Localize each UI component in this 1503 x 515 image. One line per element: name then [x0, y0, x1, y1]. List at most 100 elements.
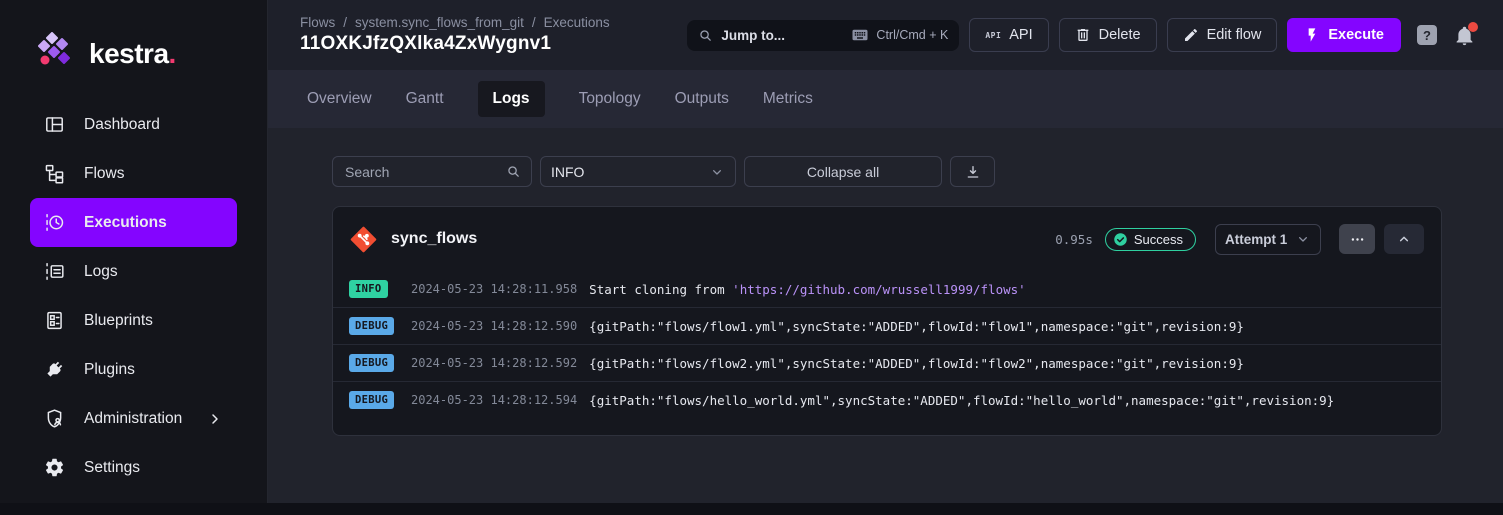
chevron-right-icon — [207, 411, 223, 427]
sidebar-item-logs[interactable]: Logs — [30, 247, 237, 296]
task-log-card-header: sync_flows 0.95s Success Attempt 1 — [333, 207, 1441, 271]
log-message: {gitPath:"flows/flow2.yml",syncState:"AD… — [589, 356, 1244, 371]
blueprints-icon — [44, 310, 65, 331]
kestra-logo-text: kestra. — [89, 38, 176, 70]
log-row: DEBUG 2024-05-23 14:28:12.592 {gitPath:"… — [333, 344, 1441, 381]
download-logs-button[interactable] — [950, 156, 995, 187]
settings-icon — [44, 457, 65, 478]
jump-to-search[interactable]: Jump to... Ctrl/Cmd + K — [687, 20, 959, 51]
plugins-icon — [44, 359, 65, 380]
log-search-box — [332, 156, 532, 187]
collapse-all-label: Collapse all — [807, 164, 879, 180]
task-log-card: sync_flows 0.95s Success Attempt 1 — [332, 206, 1442, 436]
logs-content: INFO Collapse all — [268, 128, 1503, 515]
log-search-input[interactable] — [343, 163, 500, 181]
main-area: Flows / system.sync_flows_from_git / Exe… — [268, 0, 1503, 515]
log-timestamp: 2024-05-23 14:28:12.592 — [411, 356, 577, 370]
keyboard-icon — [851, 26, 869, 44]
delete-button-label: Delete — [1099, 27, 1141, 43]
execute-button[interactable]: Execute — [1287, 18, 1401, 52]
git-task-icon — [350, 226, 377, 253]
dots-horizontal-icon — [1349, 231, 1366, 248]
api-button-label: API — [1009, 27, 1032, 43]
status-label: Success — [1134, 232, 1183, 247]
notification-dot — [1468, 22, 1478, 32]
search-icon — [506, 164, 521, 179]
download-icon — [965, 164, 981, 180]
executions-icon — [44, 212, 65, 233]
log-level-wrap: INFO — [349, 280, 393, 298]
sidebar-item-plugins[interactable]: Plugins — [30, 345, 237, 394]
log-message-url: 'https://github.com/wrussell1999/flows' — [732, 282, 1026, 297]
log-lines: INFO 2024-05-23 14:28:11.958 Start cloni… — [333, 271, 1441, 435]
tab-metrics[interactable]: Metrics — [763, 81, 813, 117]
log-level-wrap: DEBUG — [349, 354, 393, 372]
attempt-select[interactable]: Attempt 1 — [1215, 224, 1321, 255]
dashboard-icon — [44, 114, 65, 135]
log-level-badge: DEBUG — [349, 354, 394, 372]
collapse-all-button[interactable]: Collapse all — [744, 156, 942, 187]
kestra-logo[interactable]: kestra. — [0, 0, 267, 76]
log-message: Start cloning from 'https://github.com/w… — [589, 282, 1026, 297]
collapse-task-button[interactable] — [1384, 224, 1424, 254]
sidebar-nav: Dashboard Flows Executions — [30, 100, 237, 492]
sidebar-item-label: Settings — [84, 459, 140, 477]
tab-outputs[interactable]: Outputs — [675, 81, 729, 117]
chevron-down-icon — [1295, 231, 1311, 247]
log-timestamp: 2024-05-23 14:28:11.958 — [411, 282, 577, 296]
log-filters: INFO Collapse all — [332, 156, 1503, 187]
execution-tabs: Overview Gantt Logs Topology Outputs Met… — [268, 70, 1503, 128]
task-name: sync_flows — [391, 230, 477, 248]
tab-logs[interactable]: Logs — [478, 81, 545, 117]
sidebar-item-administration[interactable]: Administration — [30, 394, 237, 443]
sidebar-item-executions[interactable]: Executions — [30, 198, 237, 247]
sidebar-item-label: Blueprints — [84, 312, 153, 330]
sidebar-item-dashboard[interactable]: Dashboard — [30, 100, 237, 149]
sidebar-item-blueprints[interactable]: Blueprints — [30, 296, 237, 345]
sidebar-item-label: Flows — [84, 165, 124, 183]
pencil-icon — [1183, 27, 1199, 43]
task-duration: 0.95s — [1055, 232, 1093, 247]
task-log-card-controls: 0.95s Success Attempt 1 — [1055, 224, 1424, 255]
breadcrumb-executions[interactable]: Executions — [544, 15, 610, 30]
logs-icon — [44, 261, 65, 282]
flows-icon — [44, 163, 65, 184]
help-icon: ? — [1423, 28, 1431, 43]
breadcrumb-flow-id[interactable]: system.sync_flows_from_git — [355, 15, 524, 30]
header-actions: Jump to... Ctrl/Cmd + K API API Delete — [687, 18, 1475, 52]
log-timestamp: 2024-05-23 14:28:12.594 — [411, 393, 577, 407]
notifications-button[interactable] — [1454, 25, 1475, 46]
search-icon — [698, 28, 713, 43]
sidebar-item-settings[interactable]: Settings — [30, 443, 237, 492]
delete-button[interactable]: Delete — [1059, 18, 1157, 52]
tab-topology[interactable]: Topology — [579, 81, 641, 117]
api-button[interactable]: API API — [969, 18, 1048, 52]
edit-flow-button-label: Edit flow — [1207, 27, 1262, 43]
trash-icon — [1075, 27, 1091, 43]
window-bottom-edge — [0, 503, 1503, 515]
kestra-logo-icon — [38, 32, 78, 76]
logo-dot: . — [169, 38, 176, 69]
breadcrumb-block: Flows / system.sync_flows_from_git / Exe… — [300, 15, 610, 55]
app-window: kestra. Dashboard Flows — [0, 0, 1503, 515]
sidebar-item-label: Executions — [84, 214, 167, 232]
execution-id-title: 11OXKJfzQXlka4ZxWygnv1 — [300, 33, 610, 55]
sidebar-item-flows[interactable]: Flows — [30, 149, 237, 198]
breadcrumb-flows[interactable]: Flows — [300, 15, 335, 30]
log-row: DEBUG 2024-05-23 14:28:12.590 {gitPath:"… — [333, 307, 1441, 344]
tab-overview[interactable]: Overview — [307, 81, 372, 117]
jump-to-label: Jump to... — [721, 28, 785, 43]
tab-gantt[interactable]: Gantt — [406, 81, 444, 117]
edit-flow-button[interactable]: Edit flow — [1167, 18, 1278, 52]
sidebar: kestra. Dashboard Flows — [0, 0, 268, 515]
task-more-options-button[interactable] — [1339, 224, 1375, 254]
log-level-select[interactable]: INFO — [540, 156, 736, 187]
log-timestamp: 2024-05-23 14:28:12.590 — [411, 319, 577, 333]
sidebar-item-label: Plugins — [84, 361, 135, 379]
help-button[interactable]: ? — [1417, 25, 1437, 45]
log-level-value: INFO — [551, 164, 584, 180]
breadcrumb-separator: / — [532, 15, 536, 30]
lightning-icon — [1304, 27, 1320, 43]
api-icon: API — [985, 31, 1001, 40]
log-message: {gitPath:"flows/hello_world.yml",syncSta… — [589, 393, 1334, 408]
